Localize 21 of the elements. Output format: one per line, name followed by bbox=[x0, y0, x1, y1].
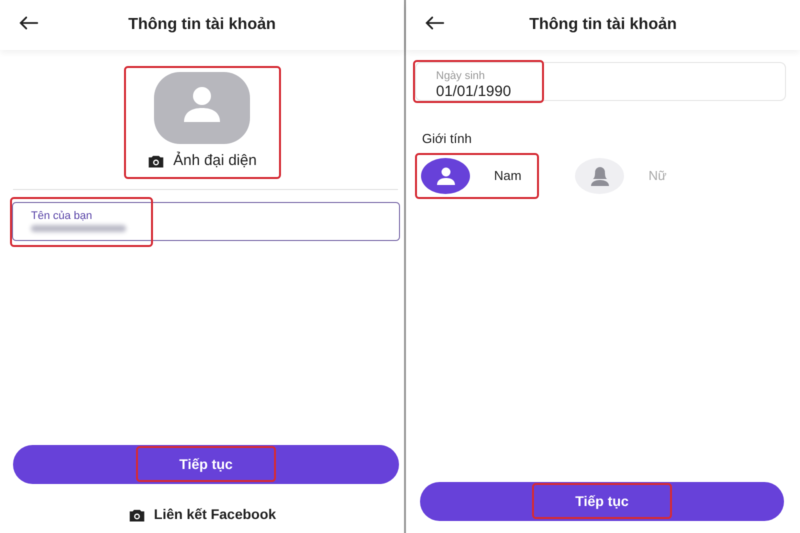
camera-icon bbox=[147, 153, 166, 170]
field-value: 01/01/1990 bbox=[436, 82, 512, 102]
gender-label: Nữ bbox=[648, 166, 667, 185]
page-title: Thông tin tài khoản bbox=[529, 15, 677, 35]
gender-option[interactable] bbox=[575, 158, 624, 194]
back-icon bbox=[425, 16, 444, 30]
gender-label: Nam bbox=[494, 166, 522, 185]
section-label: Giới tính bbox=[422, 130, 473, 148]
page-title: Thông tin tài khoản bbox=[128, 15, 276, 35]
back-icon[interactable] bbox=[424, 14, 446, 32]
avatar-label[interactable]: Ảnh đại diện bbox=[173, 150, 257, 172]
date-field[interactable]: Ngày sinh 01/01/1990 bbox=[415, 62, 786, 101]
field-label: Ngày sinh bbox=[436, 69, 485, 84]
back-icon[interactable] bbox=[18, 14, 40, 32]
continue-button[interactable]: Tiếp tục bbox=[420, 482, 784, 521]
gender-option[interactable] bbox=[421, 158, 470, 194]
back-icon bbox=[19, 16, 38, 30]
name-field[interactable]: Tên của bạn bbox=[12, 202, 400, 240]
facebook-link[interactable]: Liên kết Facebook bbox=[0, 504, 404, 525]
field-label: Tên của bạn bbox=[31, 208, 92, 224]
continue-button[interactable]: Tiếp tục bbox=[13, 445, 399, 484]
